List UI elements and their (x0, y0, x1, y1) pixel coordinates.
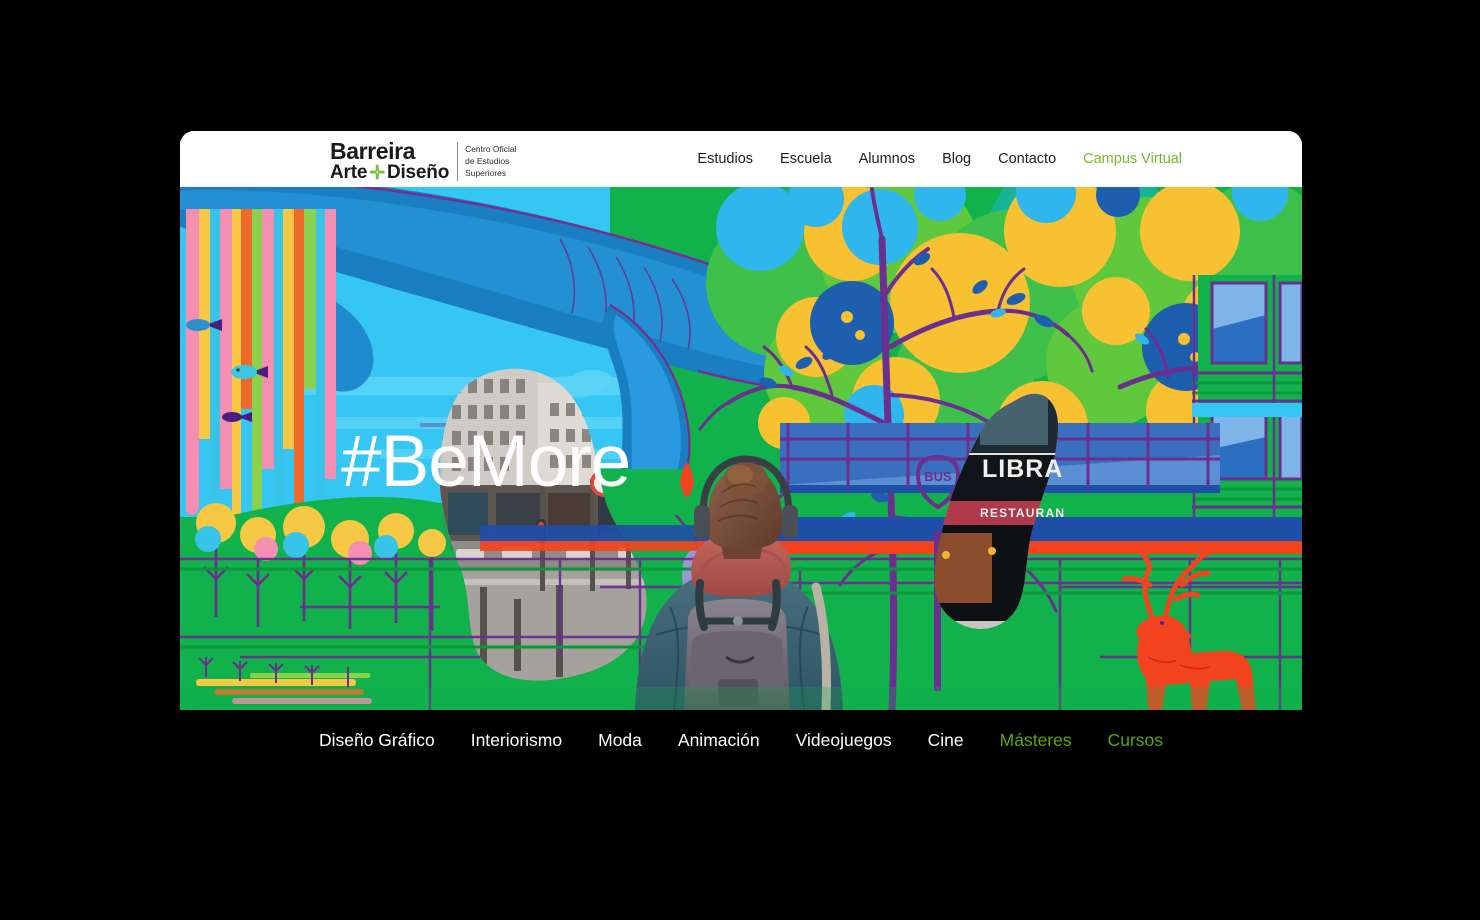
logo-wordmark: Barreira Arte ✛ Diseño (330, 138, 449, 183)
program-link-cine[interactable]: Cine (928, 730, 964, 751)
nav-item-campus-virtual[interactable]: Campus Virtual (1083, 151, 1182, 167)
logo-word-arte: Arte (330, 162, 368, 184)
plus-icon: ✛ (369, 162, 385, 184)
program-link-cursos[interactable]: Cursos (1108, 730, 1163, 751)
site-header: Barreira Arte ✛ Diseño Centro Oficial de… (180, 131, 1302, 187)
nav-item-alumnos[interactable]: Alumnos (859, 151, 915, 167)
mural-sign-library: LIBRA (982, 455, 1063, 483)
browser-window: Barreira Arte ✛ Diseño Centro Oficial de… (180, 131, 1302, 710)
hero-banner[interactable]: BUS LIBRA RESTAURAN #BeMore (180, 187, 1302, 710)
screenshot-stage: Barreira Arte ✛ Diseño Centro Oficial de… (0, 0, 1480, 920)
svg-text:BUS: BUS (924, 469, 952, 484)
mural-sign-restaurant: RESTAURAN (980, 506, 1065, 520)
nav-item-escuela[interactable]: Escuela (780, 151, 832, 167)
logo-word-barreira: Barreira (330, 138, 416, 164)
logo-word-diseno: Diseño (386, 162, 450, 184)
logo[interactable]: Barreira Arte ✛ Diseño Centro Oficial de… (330, 138, 517, 183)
program-link-masteres[interactable]: Másteres (1000, 730, 1072, 751)
logo-divider (457, 142, 459, 182)
program-link-animacion[interactable]: Animación (678, 730, 760, 751)
program-link-diseno-grafico[interactable]: Diseño Gráfico (319, 730, 435, 751)
program-link-videojuegos[interactable]: Videojuegos (796, 730, 892, 751)
program-link-moda[interactable]: Moda (598, 730, 642, 751)
logo-tagline-line-2: de Estudios (465, 155, 510, 166)
nav-item-contacto[interactable]: Contacto (998, 151, 1056, 167)
hero-mural-illustration: BUS LIBRA RESTAURAN (180, 187, 1302, 710)
logo-word-arte-diseno: Arte ✛ Diseño (330, 163, 449, 183)
logo-tagline: Centro Oficial de Estudios Superiores (465, 140, 516, 183)
nav-item-blog[interactable]: Blog (942, 151, 971, 167)
program-link-interiorismo[interactable]: Interiorismo (471, 730, 562, 751)
logo-tagline-line-3: Superiores (465, 167, 507, 178)
logo-tagline-line-1: Centro Oficial (465, 143, 517, 154)
nav-item-estudios[interactable]: Estudios (697, 151, 753, 167)
primary-navigation: Estudios Escuela Alumnos Blog Contacto C… (697, 131, 1182, 187)
program-navigation: Diseño Gráfico Interiorismo Moda Animaci… (180, 710, 1302, 770)
